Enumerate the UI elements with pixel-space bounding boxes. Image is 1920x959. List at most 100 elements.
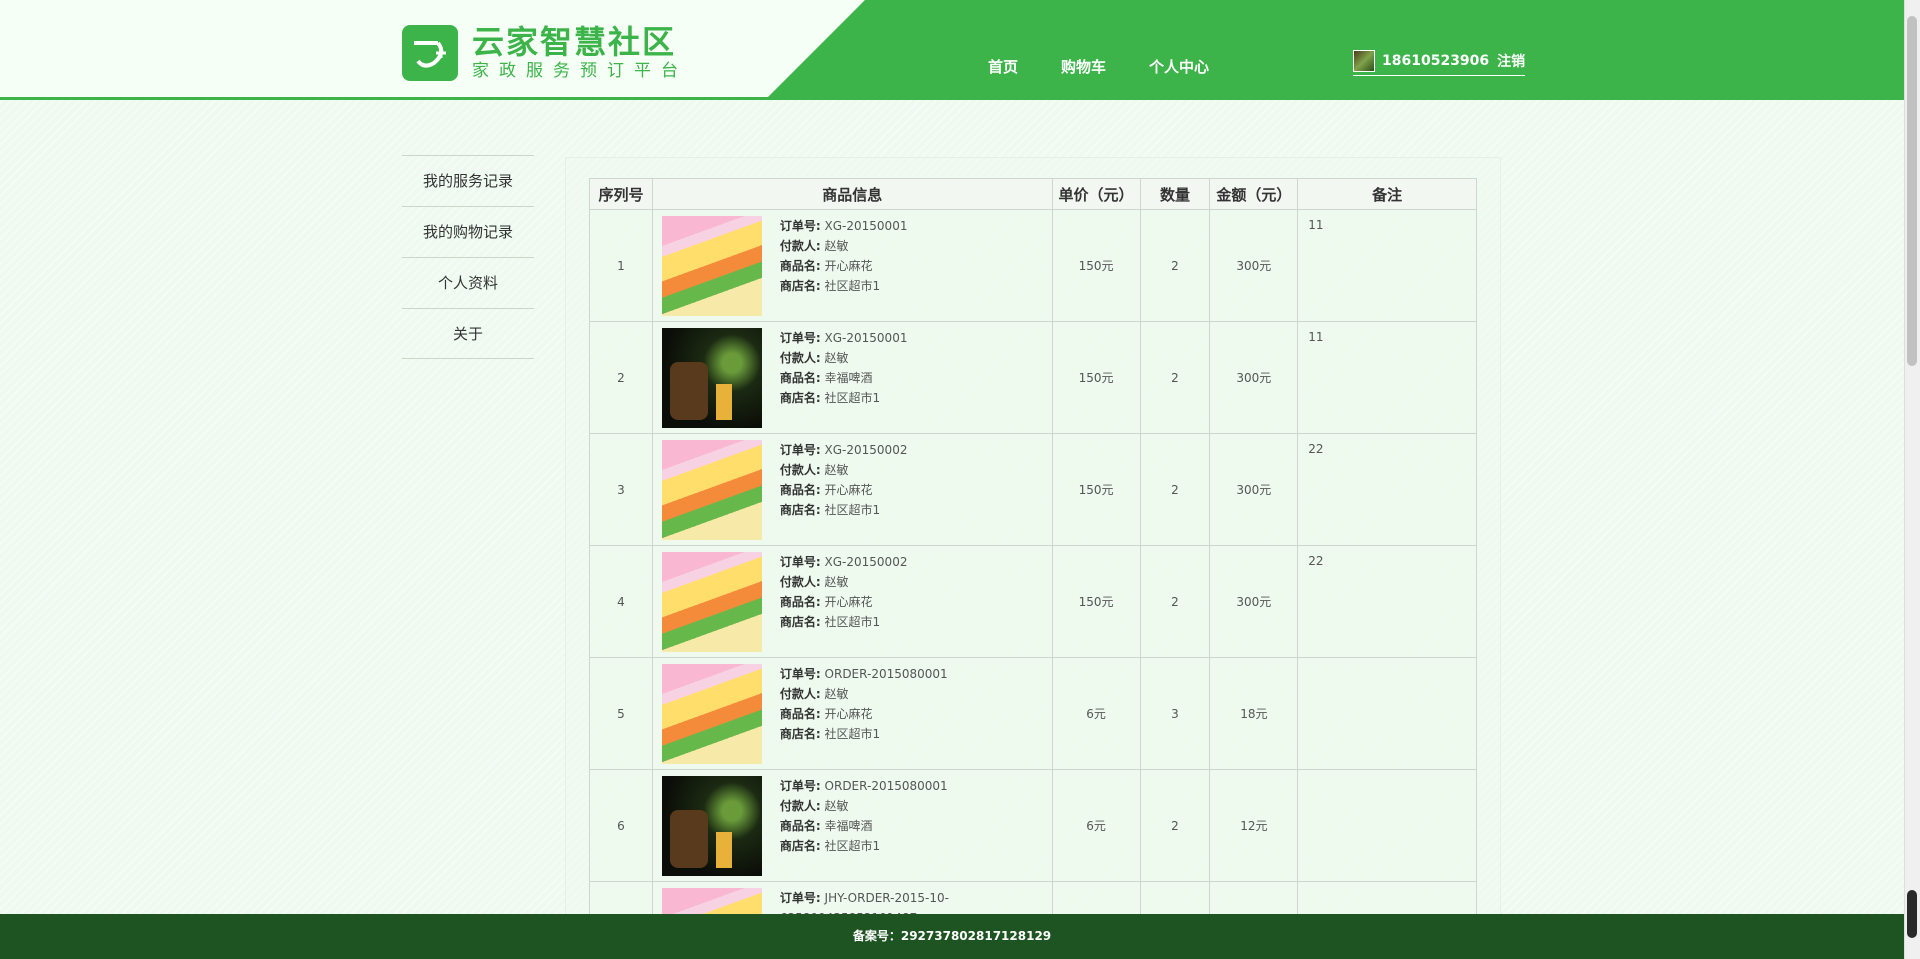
- product-name: 开心麻花: [824, 595, 873, 609]
- shop-label: 商店名:: [779, 615, 821, 629]
- site-header: 云家智慧社区 家政服务预订平台 首页 购物车 个人中心 18610523906 …: [0, 0, 1904, 100]
- product-name: 开心麻花: [824, 259, 873, 273]
- order-label: 订单号:: [779, 555, 821, 569]
- payer-name: 赵敏: [824, 687, 849, 701]
- sidebar-item-service-records[interactable]: 我的服务记录: [402, 155, 534, 206]
- product-thumbnail[interactable]: [661, 664, 762, 764]
- product-thumbnail[interactable]: [661, 440, 762, 540]
- shop-name: 社区超市1: [824, 503, 881, 517]
- shop-name: 社区超市1: [824, 839, 881, 853]
- user-phone[interactable]: 18610523906: [1382, 53, 1489, 69]
- nav-home[interactable]: 首页: [988, 56, 1018, 77]
- quantity: 2: [1139, 209, 1211, 322]
- table-row: 2 订单号: XG-20150001 付款人: 赵敏 商品名: 幸福啤酒 商店名: 社区…: [589, 321, 1477, 434]
- main-content: 序列号 商品信息 单价（元） 数量 金额（元） 备注 1 订单号: XG-2015…: [565, 157, 1501, 959]
- shop-name: 社区超市1: [824, 615, 881, 629]
- goods-info-cell: 订单号: XG-20150001 付款人: 赵敏 商品名: 开心麻花 商店名: 社区超…: [651, 209, 1053, 322]
- payer-name: 赵敏: [824, 575, 849, 589]
- user-info: 18610523906 注销: [1353, 50, 1526, 76]
- order-number: ORDER-2015080001: [824, 667, 948, 681]
- product-thumbnail[interactable]: [661, 328, 762, 428]
- remark: 11: [1297, 209, 1477, 322]
- product-thumbnail[interactable]: [661, 776, 762, 876]
- col-header-goods: 商品信息: [651, 178, 1053, 210]
- shop-name: 社区超市1: [824, 279, 881, 293]
- shop-label: 商店名:: [779, 391, 821, 405]
- table-row: 4 订单号: XG-20150002 付款人: 赵敏 商品名: 开心麻花 商店名: 社区…: [589, 545, 1477, 658]
- nav-profile[interactable]: 个人中心: [1149, 56, 1209, 77]
- table-header-row: 序列号 商品信息 单价（元） 数量 金额（元） 备注: [589, 178, 1477, 210]
- page-scrollbar[interactable]: [1904, 0, 1920, 959]
- header-green-band: [770, 0, 1904, 100]
- product-label: 商品名:: [779, 707, 821, 721]
- product-label: 商品名:: [779, 819, 821, 833]
- logout-link[interactable]: 注销: [1497, 51, 1525, 71]
- product-name: 幸福啤酒: [824, 371, 873, 385]
- order-number: XG-20150002: [824, 555, 908, 569]
- avatar[interactable]: [1353, 50, 1375, 72]
- payer-name: 赵敏: [824, 463, 849, 477]
- order-table: 序列号 商品信息 单价（元） 数量 金额（元） 备注 1 订单号: XG-2015…: [589, 178, 1477, 959]
- quantity: 2: [1139, 321, 1211, 434]
- logo-icon: [402, 25, 458, 81]
- row-number: 3: [589, 433, 653, 546]
- payer-name: 赵敏: [824, 799, 849, 813]
- goods-info-cell: 订单号: XG-20150002 付款人: 赵敏 商品名: 开心麻花 商店名: 社区超…: [651, 433, 1053, 546]
- sidebar-item-shopping-records[interactable]: 我的购物记录: [402, 206, 534, 257]
- nav-cart[interactable]: 购物车: [1061, 56, 1106, 77]
- goods-info: 订单号: XG-20150001 付款人: 赵敏 商品名: 幸福啤酒 商店名: 社区超…: [780, 328, 908, 408]
- scrollbar-thumb[interactable]: [1907, 16, 1917, 366]
- unit-price: 150元: [1051, 545, 1141, 658]
- remark: 22: [1297, 545, 1477, 658]
- col-header-remark: 备注: [1297, 178, 1477, 210]
- amount: 300元: [1209, 321, 1299, 434]
- unit-price: 150元: [1051, 321, 1141, 434]
- product-thumbnail[interactable]: [661, 216, 762, 316]
- amount: 300元: [1209, 545, 1299, 658]
- remark: 22: [1297, 433, 1477, 546]
- row-number: 1: [589, 209, 653, 322]
- goods-info: 订单号: ORDER-2015080001 付款人: 赵敏 商品名: 幸福啤酒 商店名…: [780, 776, 948, 856]
- scrollbar-handle[interactable]: [1907, 890, 1917, 938]
- product-name: 幸福啤酒: [824, 819, 873, 833]
- unit-price: 6元: [1051, 657, 1141, 770]
- product-label: 商品名:: [779, 595, 821, 609]
- shop-name: 社区超市1: [824, 727, 881, 741]
- unit-price: 150元: [1051, 209, 1141, 322]
- row-number: 5: [589, 657, 653, 770]
- order-label: 订单号:: [779, 891, 821, 905]
- product-thumbnail[interactable]: [661, 552, 762, 652]
- remark: [1297, 769, 1477, 882]
- sidebar: 我的服务记录 我的购物记录 个人资料 关于: [402, 155, 534, 359]
- table-row: 1 订单号: XG-20150001 付款人: 赵敏 商品名: 开心麻花 商店名: 社区…: [589, 209, 1477, 322]
- product-name: 开心麻花: [824, 483, 873, 497]
- footer-record-number: 备案号：292737802817128129: [852, 929, 1052, 943]
- payer-name: 赵敏: [824, 351, 849, 365]
- order-label: 订单号:: [779, 219, 821, 233]
- amount: 12元: [1209, 769, 1299, 882]
- shop-label: 商店名:: [779, 839, 821, 853]
- quantity: 2: [1139, 433, 1211, 546]
- sidebar-item-profile[interactable]: 个人资料: [402, 257, 534, 308]
- payer-label: 付款人:: [779, 575, 821, 589]
- goods-info-cell: 订单号: XG-20150002 付款人: 赵敏 商品名: 开心麻花 商店名: 社区超…: [651, 545, 1053, 658]
- order-number: XG-20150001: [824, 219, 908, 233]
- goods-info-cell: 订单号: ORDER-2015080001 付款人: 赵敏 商品名: 开心麻花 商店名…: [651, 657, 1053, 770]
- product-name: 开心麻花: [824, 707, 873, 721]
- quantity: 2: [1139, 545, 1211, 658]
- order-number: XG-20150002: [824, 443, 908, 457]
- sidebar-item-about[interactable]: 关于: [402, 308, 534, 359]
- payer-name: 赵敏: [824, 239, 849, 253]
- quantity: 2: [1139, 769, 1211, 882]
- payer-label: 付款人:: [779, 687, 821, 701]
- goods-info: 订单号: XG-20150001 付款人: 赵敏 商品名: 开心麻花 商店名: 社区超…: [780, 216, 908, 296]
- table-row: 5 订单号: ORDER-2015080001 付款人: 赵敏 商品名: 开心麻花 商店…: [589, 657, 1477, 770]
- unit-price: 6元: [1051, 769, 1141, 882]
- product-label: 商品名:: [779, 371, 821, 385]
- site-logo[interactable]: 云家智慧社区 家政服务预订平台: [402, 24, 688, 82]
- order-number: ORDER-2015080001: [824, 779, 948, 793]
- amount: 18元: [1209, 657, 1299, 770]
- col-header-price: 单价（元）: [1051, 178, 1141, 210]
- payer-label: 付款人:: [779, 239, 821, 253]
- shop-label: 商店名:: [779, 279, 821, 293]
